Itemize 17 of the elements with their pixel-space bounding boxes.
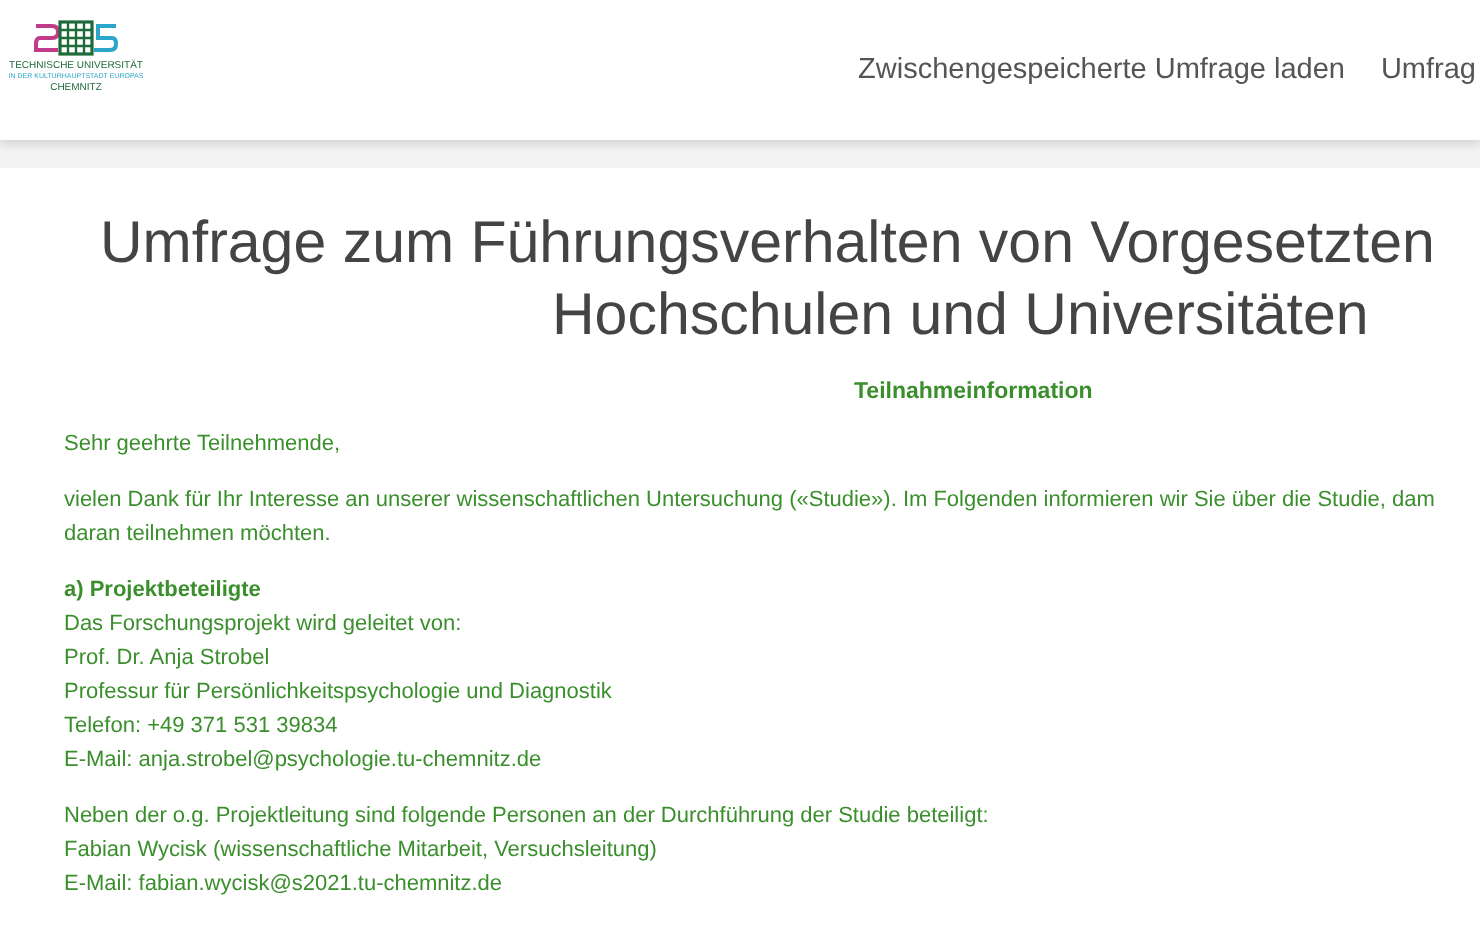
body-text: Sehr geehrte Teilnehmende, — [64, 430, 343, 460]
body-text: vielen Dank für Ihr Interesse an unserer wissenschaftlichen Untersuchung («Studie»). Im Folgenden informieren wir Sie über die Studie, dam — [64, 486, 1437, 516]
body-text: E-Mail: fabian.wycisk@s2021.tu-chemnitz.de — [64, 870, 505, 900]
section-heading: Teilnahmeinformation — [852, 380, 1095, 404]
university-logo-icon — [32, 19, 120, 55]
body-text: Das Forschungsprojekt wird geleitet von: — [64, 610, 464, 640]
nav-link[interactable]: Zwischengespeicherte Umfrage laden — [858, 54, 1345, 86]
body-text: Fabian Wycisk (wissenschaftliche Mitarbeit, Versuchsleitung) — [64, 836, 659, 866]
page-title: Umfrage zum Führungsverhalten von Vorgesetzten Hochschulen und Universitäten — [98, 208, 1437, 352]
body-text: Neben der o.g. Projektleitung sind folgende Personen an der Durchführung der Studie beteiligt: — [64, 802, 991, 832]
nav-link[interactable]: Umfrag — [1380, 54, 1476, 86]
body-text: daran teilnehmen möchten. — [64, 520, 333, 550]
body-text: a) Projektbeteiligte — [64, 576, 263, 606]
body-text: Prof. Dr. Anja Strobel — [64, 644, 272, 674]
body-text: Professur für Persönlichkeitspsychologie und Diagnostik — [64, 678, 614, 708]
body-text: E-Mail: anja.strobel@psychologie.tu-chemnitz.de — [64, 746, 544, 776]
body-text: Telefon: +49 371 531 39834 — [64, 712, 340, 742]
